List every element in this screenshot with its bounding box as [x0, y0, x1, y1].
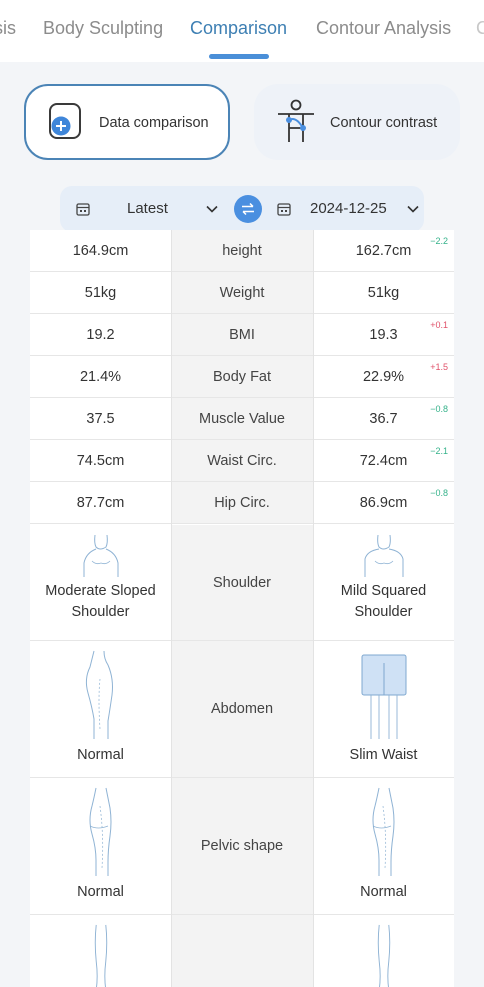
- table-row: Normal Pelvic shape Normal: [30, 778, 454, 915]
- shape-name: Abdomen: [171, 641, 313, 777]
- calendar-icon: [76, 203, 90, 216]
- shoulder-figure-icon: [83, 534, 118, 577]
- metric-name: Muscle Value: [171, 398, 313, 439]
- shoulder-figure-icon: [364, 534, 403, 577]
- delta-badge: −0.8: [430, 404, 448, 414]
- shape-label: Normal: [77, 884, 124, 900]
- calendar-icon: [277, 203, 291, 216]
- tab-overflow[interactable]: C: [476, 18, 484, 39]
- tab-body-sculpting[interactable]: Body Sculpting: [43, 18, 163, 39]
- tab-analysis[interactable]: sis: [0, 18, 16, 39]
- left-shape-cell: [30, 915, 171, 987]
- shape-label: Normal: [360, 884, 407, 900]
- swap-dates-button[interactable]: [234, 195, 262, 223]
- table-row: [30, 915, 454, 987]
- metric-name: Weight: [171, 272, 313, 313]
- chevron-down-icon[interactable]: [205, 202, 219, 216]
- table-row: Moderate Sloped Shoulder Shoulder Mild S…: [30, 525, 454, 641]
- contour-contrast-label: Contour contrast: [330, 115, 438, 131]
- right-shape-cell: Slim Waist: [313, 641, 454, 777]
- shape-label: Normal: [77, 747, 124, 763]
- data-comparison-button[interactable]: Data comparison: [24, 84, 230, 160]
- active-tab-indicator: [209, 54, 269, 59]
- shape-name: [171, 915, 313, 987]
- table-row: 19.2 BMI 19.3 +0.1: [30, 314, 454, 356]
- abdomen-figure-icon: [361, 654, 406, 739]
- left-value: 51kg: [84, 284, 117, 301]
- metric-name: Waist Circ.: [171, 440, 313, 481]
- shape-name: Shoulder: [171, 525, 313, 640]
- tab-contour-analysis[interactable]: Contour Analysis: [316, 18, 451, 39]
- left-value: 87.7cm: [76, 494, 125, 511]
- column-divider: [171, 230, 172, 987]
- swap-icon: [242, 202, 254, 216]
- leg-figure-icon: [377, 924, 390, 987]
- abdomen-figure-icon: [85, 650, 113, 739]
- right-value: 51kg: [367, 284, 400, 301]
- body-figure-icon: [278, 99, 314, 142]
- date-selector-bar: Latest 2024-12-25: [60, 186, 424, 232]
- delta-badge: +0.1: [430, 320, 448, 330]
- data-comparison-label: Data comparison: [99, 115, 209, 131]
- table-row: 51kg Weight 51kg: [30, 272, 454, 314]
- left-shape-cell: Moderate Sloped Shoulder: [30, 525, 171, 640]
- column-divider: [313, 230, 314, 987]
- left-value: 74.5cm: [76, 452, 125, 469]
- right-shape-cell: [313, 915, 454, 987]
- left-shape-cell: Normal: [30, 641, 171, 777]
- top-tab-bar: sis Body Sculpting Comparison Contour An…: [0, 0, 484, 62]
- comparison-table: 164.9cm height 162.7cm −2.2 51kg Weight …: [30, 230, 454, 987]
- shape-label: Mild Squared Shoulder: [340, 583, 427, 620]
- shape-name: Pelvic shape: [171, 778, 313, 914]
- shape-label: Moderate Sloped Shoulder: [45, 583, 156, 620]
- table-row: 37.5 Muscle Value 36.7 −0.8: [30, 398, 454, 440]
- table-row: 74.5cm Waist Circ. 72.4cm −2.1: [30, 440, 454, 482]
- delta-badge: −0.8: [430, 488, 448, 498]
- left-value: 164.9cm: [72, 242, 129, 259]
- table-row: 87.7cm Hip Circ. 86.9cm −0.8: [30, 482, 454, 524]
- delta-badge: −2.2: [430, 236, 448, 246]
- metric-name: Body Fat: [171, 356, 313, 397]
- left-shape-cell: Normal: [30, 778, 171, 914]
- shape-label: Slim Waist: [349, 747, 418, 763]
- metric-name: Hip Circ.: [171, 482, 313, 523]
- pelvic-figure-icon: [372, 787, 394, 876]
- table-row: 21.4% Body Fat 22.9% +1.5: [30, 356, 454, 398]
- pelvic-figure-icon: [89, 787, 111, 876]
- table-row: Normal Abdomen Slim Waist: [30, 641, 454, 778]
- right-date-select[interactable]: 2024-12-25: [310, 200, 387, 217]
- leg-figure-icon: [94, 924, 107, 987]
- delta-badge: +1.5: [430, 362, 448, 372]
- tab-comparison[interactable]: Comparison: [190, 18, 287, 39]
- chevron-down-icon[interactable]: [406, 202, 420, 216]
- left-value: 37.5: [86, 410, 115, 427]
- left-date-select[interactable]: Latest: [127, 200, 168, 217]
- metric-name: height: [171, 230, 313, 271]
- right-shape-cell: Mild Squared Shoulder: [313, 525, 454, 640]
- contour-contrast-button[interactable]: Contour contrast: [254, 84, 460, 160]
- delta-badge: −2.1: [430, 446, 448, 456]
- left-value: 21.4%: [79, 368, 122, 385]
- metric-name: BMI: [171, 314, 313, 355]
- plus-circle-icon: [49, 103, 81, 139]
- left-value: 19.2: [86, 326, 115, 343]
- right-shape-cell: Normal: [313, 778, 454, 914]
- table-row: 164.9cm height 162.7cm −2.2: [30, 230, 454, 272]
